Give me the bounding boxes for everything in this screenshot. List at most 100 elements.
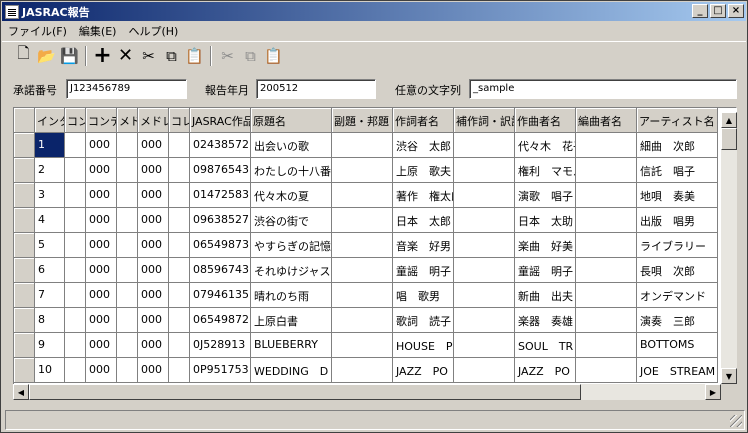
paste-disabled-icon[interactable]: 📋 xyxy=(262,45,285,67)
table-cell[interactable]: 楽曲 好美 xyxy=(515,233,576,258)
table-cell[interactable]: 出版 唱男 xyxy=(637,208,718,233)
table-cell[interactable]: 02438572 xyxy=(190,133,251,158)
row-header[interactable] xyxy=(14,208,35,233)
table-cell[interactable]: わたしの十八番 xyxy=(251,158,332,183)
resize-grip-icon[interactable] xyxy=(730,415,742,427)
table-cell[interactable]: 06549873 xyxy=(190,233,251,258)
table-cell[interactable] xyxy=(454,158,515,183)
scroll-down-icon[interactable]: ▼ xyxy=(721,368,737,384)
column-header[interactable]: コンテ xyxy=(65,108,86,133)
column-header[interactable]: コレク xyxy=(169,108,190,133)
table-cell[interactable]: 演歌 唱子 xyxy=(515,183,576,208)
row-header[interactable] xyxy=(14,358,35,383)
table-cell[interactable] xyxy=(576,233,637,258)
table-cell[interactable] xyxy=(576,183,637,208)
free-text-field[interactable]: _sample xyxy=(469,79,737,99)
table-cell[interactable]: 0J528913 xyxy=(190,333,251,358)
table-cell[interactable]: 日本 太助 xyxy=(515,208,576,233)
table-cell[interactable] xyxy=(65,158,86,183)
table-cell[interactable]: 10 xyxy=(35,358,65,383)
delete-row-icon[interactable]: ✕ xyxy=(114,45,137,67)
table-cell[interactable] xyxy=(332,158,393,183)
table-cell[interactable]: 渋谷 太郎 xyxy=(393,133,454,158)
table-cell[interactable]: それゆけジャスラック xyxy=(251,258,332,283)
table-cell[interactable] xyxy=(576,333,637,358)
horizontal-scrollbar[interactable]: ◀ ▶ xyxy=(13,384,721,400)
table-cell[interactable] xyxy=(65,258,86,283)
menu-help[interactable]: ヘルプ(H) xyxy=(122,23,184,39)
table-cell[interactable]: 01472583 xyxy=(190,183,251,208)
vertical-scrollbar[interactable]: ▲ ▼ xyxy=(721,112,737,384)
new-file-icon[interactable]: 🗋 xyxy=(12,44,35,67)
row-header[interactable] xyxy=(14,183,35,208)
table-cell[interactable]: 07946135 xyxy=(190,283,251,308)
table-cell[interactable]: 3 xyxy=(35,183,65,208)
row-header[interactable] xyxy=(14,283,35,308)
table-cell[interactable] xyxy=(332,208,393,233)
open-folder-icon[interactable]: 📂 xyxy=(35,45,58,67)
cut-icon[interactable]: ✂ xyxy=(137,45,160,67)
table-cell[interactable]: 音楽 好男 xyxy=(393,233,454,258)
table-cell[interactable] xyxy=(454,333,515,358)
table-cell[interactable]: 代々木 花子 xyxy=(515,133,576,158)
table-cell[interactable] xyxy=(117,308,138,333)
table-cell[interactable]: 000 xyxy=(138,158,169,183)
table-cell[interactable] xyxy=(117,283,138,308)
table-cell[interactable]: 童謡 明子 xyxy=(515,258,576,283)
table-cell[interactable] xyxy=(576,283,637,308)
table-cell[interactable] xyxy=(65,233,86,258)
row-header[interactable] xyxy=(14,133,35,158)
table-cell[interactable]: 4 xyxy=(35,208,65,233)
title-bar[interactable]: JASRAC報告 _ □ × xyxy=(2,2,746,21)
horizontal-scroll-thumb[interactable] xyxy=(29,384,581,400)
table-cell[interactable]: 1 xyxy=(35,133,65,158)
table-cell[interactable] xyxy=(576,258,637,283)
table-cell[interactable]: 6 xyxy=(35,258,65,283)
scroll-up-icon[interactable]: ▲ xyxy=(721,112,737,128)
table-cell[interactable] xyxy=(576,308,637,333)
grid-corner-header[interactable] xyxy=(14,108,35,133)
column-header[interactable]: 副題・邦題 xyxy=(332,108,393,133)
table-cell[interactable]: 楽器 奏雄 xyxy=(515,308,576,333)
table-cell[interactable] xyxy=(332,308,393,333)
table-cell[interactable]: 000 xyxy=(86,208,117,233)
table-cell[interactable] xyxy=(65,308,86,333)
table-cell[interactable] xyxy=(117,233,138,258)
table-cell[interactable]: 000 xyxy=(86,183,117,208)
table-cell[interactable]: SOUL TR xyxy=(515,333,576,358)
table-cell[interactable] xyxy=(117,133,138,158)
table-cell[interactable]: 000 xyxy=(86,283,117,308)
scroll-left-icon[interactable]: ◀ xyxy=(13,384,29,400)
table-cell[interactable] xyxy=(454,358,515,383)
row-header[interactable] xyxy=(14,308,35,333)
table-cell[interactable]: ライブラリー xyxy=(637,233,718,258)
table-cell[interactable] xyxy=(169,358,190,383)
table-cell[interactable] xyxy=(117,183,138,208)
vertical-scroll-thumb[interactable] xyxy=(721,128,737,150)
table-cell[interactable]: 5 xyxy=(35,233,65,258)
table-cell[interactable] xyxy=(169,158,190,183)
table-cell[interactable]: 歌詞 読子 xyxy=(393,308,454,333)
table-cell[interactable]: 晴れのち雨 xyxy=(251,283,332,308)
table-cell[interactable]: 童謡 明子 xyxy=(393,258,454,283)
table-cell[interactable]: 000 xyxy=(138,333,169,358)
column-header[interactable]: コンテン xyxy=(86,108,117,133)
maximize-button[interactable]: □ xyxy=(710,4,726,18)
table-cell[interactable]: 000 xyxy=(86,233,117,258)
table-cell[interactable] xyxy=(332,233,393,258)
table-cell[interactable]: JAZZ PO xyxy=(393,358,454,383)
table-cell[interactable]: 唱 歌男 xyxy=(393,283,454,308)
cut-disabled-icon[interactable]: ✂ xyxy=(216,45,239,67)
table-cell[interactable]: 09876543 xyxy=(190,158,251,183)
table-cell[interactable]: 000 xyxy=(138,133,169,158)
table-cell[interactable]: 0P951753 xyxy=(190,358,251,383)
table-cell[interactable]: 000 xyxy=(138,208,169,233)
table-cell[interactable] xyxy=(332,283,393,308)
table-cell[interactable]: 演奏 三郎 xyxy=(637,308,718,333)
column-header[interactable]: 補作詞・訳詞 xyxy=(454,108,515,133)
table-cell[interactable]: 000 xyxy=(86,133,117,158)
table-cell[interactable] xyxy=(454,308,515,333)
table-cell[interactable] xyxy=(576,208,637,233)
table-cell[interactable] xyxy=(117,208,138,233)
table-cell[interactable]: 渋谷の街で xyxy=(251,208,332,233)
